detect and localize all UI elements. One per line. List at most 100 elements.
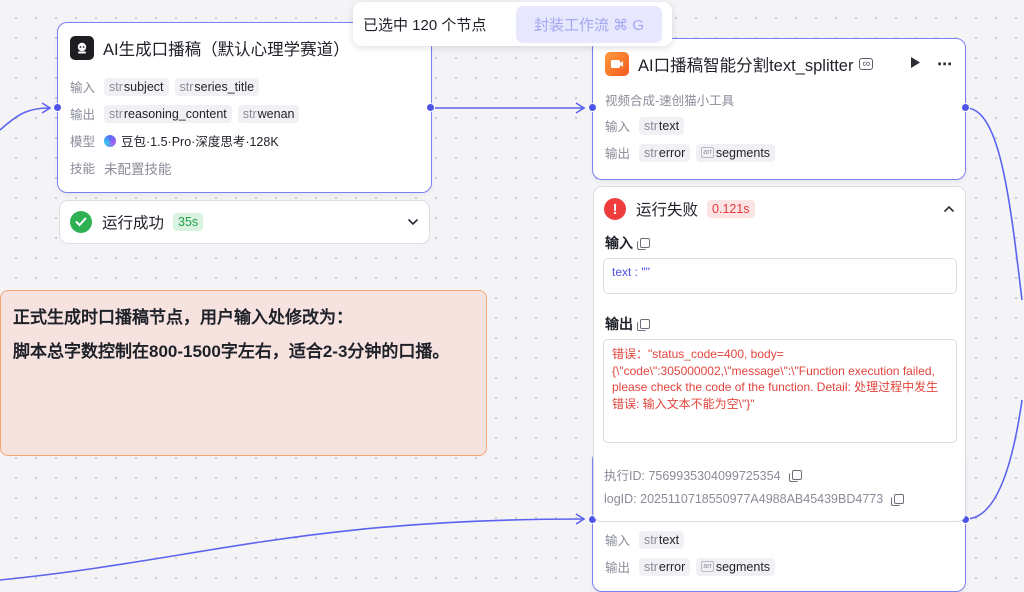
log-id-row: logID: 2025110718550977A4988AB45439BD477… — [604, 492, 905, 506]
input-row: 输入 str text — [593, 526, 965, 553]
type-label: str — [109, 106, 123, 121]
output-tag-segments: arr segments — [696, 557, 776, 576]
wire-bottom-in-arrow — [575, 513, 586, 525]
wire-right-out-bottom — [965, 399, 1023, 520]
input-tag-text: str text — [639, 530, 685, 549]
var-name: segments — [715, 559, 771, 574]
output-label: 输出 — [70, 108, 96, 122]
sticky-note[interactable]: 正式生成时口播稿节点，用户输入处修改为： 脚本总字数控制在800-1500字左右… — [0, 290, 487, 456]
output-label: 输出 — [605, 561, 631, 575]
output-tag-segments: arr segments — [696, 143, 776, 162]
output-label: 输出 — [605, 147, 631, 161]
output-section-label: 输出 — [605, 314, 650, 334]
run-status-failed[interactable]: ! 运行失败 0.121s — [604, 196, 955, 222]
node-title: AI口播稿智能分割text_splitter — [638, 57, 854, 75]
copy-icon[interactable] — [637, 319, 650, 331]
var-name: subject — [123, 79, 164, 94]
var-name: wenan — [257, 106, 295, 121]
exec-id: 执行ID: 7569935304099725354 — [604, 469, 781, 483]
log-id: logID: 2025110718550977A4988AB45439BD477… — [604, 492, 884, 506]
node-title: AI生成口播稿（默认心理学赛道） — [103, 41, 350, 59]
var-name: text — [658, 118, 680, 133]
note-line-1: 正式生成时口播稿节点，用户输入处修改为： — [13, 308, 353, 327]
input-tag-series-title: str series_title — [174, 77, 260, 96]
plugin-link-icon: ∞ — [859, 58, 874, 70]
input-tag-text: str text — [639, 116, 685, 135]
chevron-down-icon[interactable] — [407, 213, 419, 231]
note-line-2: 脚本总字数控制在800-1500字左右，适合2-3分钟的口播。 — [13, 342, 450, 361]
type-label: arr — [701, 147, 714, 158]
wire-left-in-arrow — [41, 102, 52, 114]
type-label: arr — [701, 561, 714, 572]
output-row: 输出 str error arr segments — [593, 553, 965, 580]
skill-value: 未配置技能 — [104, 161, 172, 177]
check-icon — [70, 211, 92, 233]
copy-icon[interactable] — [891, 494, 905, 506]
chevron-up-icon[interactable] — [943, 200, 955, 218]
status-text: 运行成功 — [102, 215, 165, 232]
model-value: 豆包·1.5·Pro·深度思考·128K — [121, 135, 279, 149]
input-port[interactable] — [588, 103, 597, 112]
output-error-text: 错误："status_code=400, body={\"code\":3050… — [612, 347, 939, 411]
var-name: error — [658, 559, 686, 574]
wire-right-out-top — [965, 107, 1023, 301]
doubao-model-icon — [104, 134, 116, 147]
input-tag-subject: str subject — [104, 77, 169, 96]
subtitle-row: 视频合成-速创猫小工具 — [593, 87, 965, 112]
type-label: str — [644, 559, 658, 574]
exec-id-row: 执行ID: 7569935304099725354 — [604, 465, 802, 484]
var-name: text — [658, 532, 680, 547]
input-label: 输入 — [605, 235, 633, 251]
output-label: 输出 — [605, 316, 633, 332]
skill-label: 技能 — [70, 162, 96, 176]
output-tag-reasoning: str reasoning_content — [104, 104, 232, 123]
output-tag-wenan: str wenan — [237, 104, 300, 123]
skill-row: 技能 未配置技能 — [58, 154, 431, 181]
input-label: 输入 — [605, 120, 631, 134]
type-label: str — [644, 118, 658, 133]
run-result-panel: ! 运行失败 0.121s 输入 text : "" 输出 错误："status… — [593, 186, 966, 522]
copy-icon[interactable] — [637, 238, 650, 250]
input-port[interactable] — [53, 103, 62, 112]
output-tag-error: str error — [639, 557, 691, 576]
model-row: 模型 豆包·1.5·Pro·深度思考·128K — [58, 127, 431, 154]
input-row: 输入 str text — [593, 112, 965, 139]
wire-bottom-in — [0, 518, 585, 581]
output-row: 输出 str reasoning_content str wenan — [58, 100, 431, 127]
model-label: 模型 — [70, 135, 96, 149]
output-row: 输出 str error arr segments — [593, 139, 965, 166]
type-label: str — [109, 79, 123, 94]
input-value-box[interactable]: text : "" — [603, 258, 957, 294]
output-port[interactable] — [961, 103, 970, 112]
run-status-success[interactable]: 运行成功 35s — [59, 200, 430, 244]
input-row: 输入 str subject str series_title — [58, 73, 431, 100]
output-port[interactable] — [426, 103, 435, 112]
wrap-workflow-button[interactable]: 封装工作流 ⌘ G — [515, 5, 662, 43]
node-subtitle: 视频合成-速创猫小工具 — [605, 94, 735, 108]
input-section-label: 输入 — [605, 233, 650, 253]
robot-icon — [70, 36, 94, 60]
input-label: 输入 — [70, 81, 96, 95]
selection-count: 已选中 120 个节点 — [363, 16, 487, 34]
output-value-box[interactable]: 错误："status_code=400, body={\"code\":3050… — [603, 339, 957, 443]
var-name: error — [658, 145, 686, 160]
type-label: str — [179, 79, 194, 94]
node-text-splitter[interactable]: AI口播稿智能分割text_splitter ∞ ⋯ 视频合成-速创猫小工具 输… — [592, 38, 966, 180]
type-label: str — [644, 145, 658, 160]
var-name: segments — [715, 145, 771, 160]
input-value: text : "" — [612, 265, 650, 279]
duration-badge: 35s — [173, 213, 204, 231]
node-ai-script-generator[interactable]: AI生成口播稿（默认心理学赛道） 输入 str subject str series… — [57, 22, 432, 193]
selection-toolbar: 已选中 120 个节点 封装工作流 ⌘ G — [353, 2, 672, 46]
copy-icon[interactable] — [788, 469, 802, 482]
var-name: series_title — [194, 79, 255, 94]
more-icon[interactable]: ⋯ — [937, 55, 953, 73]
video-plugin-icon — [605, 52, 629, 76]
input-label: 输入 — [605, 534, 631, 548]
duration-badge: 0.121s — [707, 200, 755, 218]
status-text: 运行失败 — [636, 202, 699, 219]
wire-left-in — [0, 107, 51, 131]
wire-middle-arrow — [575, 102, 586, 114]
node-header: AI口播稿智能分割text_splitter ∞ ⋯ — [593, 39, 965, 89]
play-icon[interactable] — [910, 56, 921, 73]
